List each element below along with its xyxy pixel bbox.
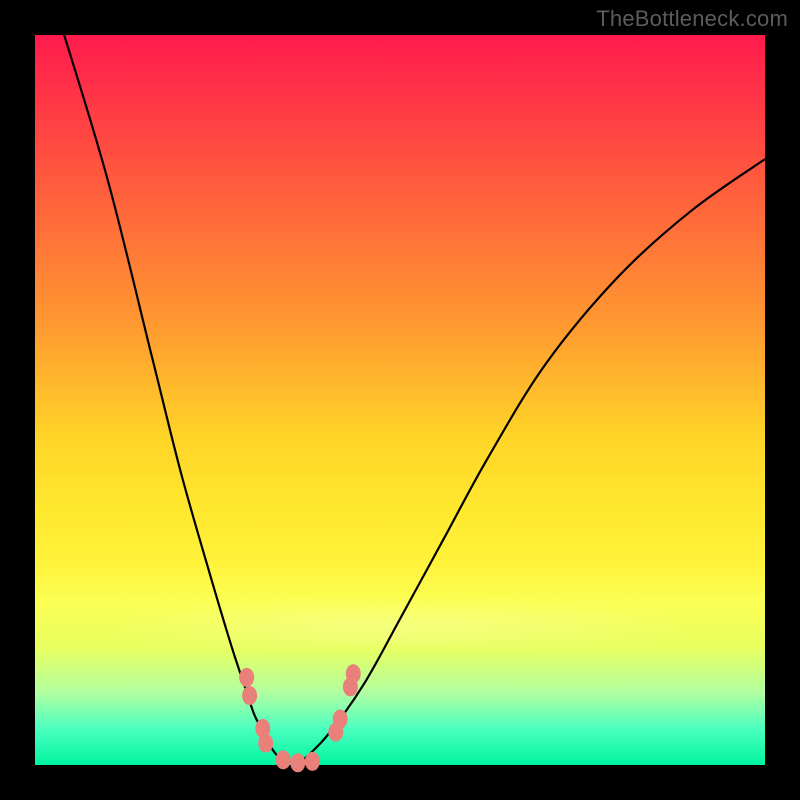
curve-left (64, 35, 298, 765)
curve-marker (305, 752, 320, 771)
curve-marker (276, 750, 291, 769)
curve-right (298, 159, 765, 765)
curve-marker (346, 664, 361, 683)
curve-marker (290, 753, 305, 772)
curve-marker (239, 668, 254, 687)
curve-marker (333, 710, 348, 729)
curve-markers (239, 664, 361, 772)
bottleneck-curve-svg (35, 35, 765, 765)
bottleneck-chart-plot-area (35, 35, 765, 765)
watermark-text: TheBottleneck.com (596, 6, 788, 32)
chart-frame: TheBottleneck.com (0, 0, 800, 800)
curve-marker (242, 686, 257, 705)
curve-marker (258, 734, 273, 753)
